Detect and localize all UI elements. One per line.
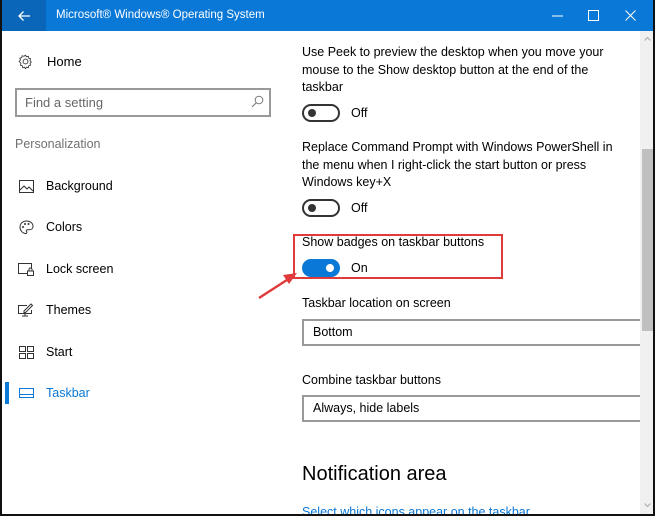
powershell-toggle-row[interactable]: Off <box>302 198 367 218</box>
sidebar: Home Personalization Background Colors <box>4 31 292 514</box>
badges-toggle-row[interactable]: On <box>302 258 368 278</box>
search-icon[interactable] <box>251 95 264 108</box>
close-button[interactable] <box>612 0 648 31</box>
sidebar-item-start[interactable]: Start <box>4 335 292 369</box>
combine-buttons-label: Combine taskbar buttons <box>302 373 441 387</box>
close-icon <box>624 10 636 21</box>
back-button[interactable] <box>2 0 46 31</box>
sidebar-item-label: Colors <box>46 220 83 234</box>
section-label-personalization: Personalization <box>15 137 101 151</box>
sidebar-item-label: Themes <box>46 303 92 317</box>
themes-icon <box>18 302 34 318</box>
home-label: Home <box>47 53 82 69</box>
picture-icon <box>18 178 34 194</box>
toggle-state-label: Off <box>351 106 368 120</box>
notification-area-heading: Notification area <box>302 463 447 485</box>
palette-icon <box>18 219 34 235</box>
peek-toggle[interactable] <box>302 104 340 122</box>
lock-screen-icon <box>18 261 34 277</box>
toggle-knob <box>308 204 316 212</box>
gear-icon <box>18 53 32 69</box>
setting-description-powershell: Replace Command Prompt with Windows Powe… <box>302 140 613 189</box>
arrow-left-icon <box>18 10 30 21</box>
window-title: Microsoft® Windows® Operating System <box>56 9 265 21</box>
sidebar-item-colors[interactable]: Colors <box>4 210 292 244</box>
taskbar-icon <box>18 385 34 401</box>
sidebar-item-themes[interactable]: Themes <box>4 293 292 327</box>
sidebar-item-taskbar[interactable]: Taskbar <box>4 376 292 410</box>
taskbar-location-label: Taskbar location on screen <box>302 296 451 310</box>
sidebar-item-lock-screen[interactable]: Lock screen <box>4 252 292 286</box>
toggle-state-label: On <box>351 261 368 275</box>
select-icons-link[interactable]: Select which icons appear on the taskbar <box>302 505 530 514</box>
combine-buttons-dropdown[interactable]: Always, hide labels <box>302 395 640 422</box>
minimize-button[interactable] <box>539 0 575 31</box>
scroll-thumb[interactable] <box>642 149 653 331</box>
sidebar-item-label: Background <box>46 179 113 193</box>
start-tiles-icon <box>18 344 34 360</box>
sidebar-item-background[interactable]: Background <box>4 169 292 203</box>
scroll-up-arrow[interactable] <box>642 33 653 43</box>
scroll-down-arrow[interactable] <box>642 500 653 510</box>
badges-toggle[interactable] <box>302 259 340 277</box>
toggle-knob <box>326 264 334 272</box>
chevron-up-icon <box>644 36 651 41</box>
chevron-down-icon <box>644 502 651 507</box>
vertical-scrollbar[interactable] <box>640 31 653 514</box>
peek-toggle-row[interactable]: Off <box>302 103 367 123</box>
setting-description-peek: Use Peek to preview the desktop when you… <box>302 45 604 94</box>
setting-description-badges: Show badges on taskbar buttons <box>302 235 485 249</box>
sidebar-item-label: Start <box>46 345 73 359</box>
settings-window: Microsoft® Windows® Operating System Hom… <box>0 0 655 516</box>
sidebar-home[interactable]: Home <box>18 51 82 71</box>
minimize-icon <box>551 15 563 17</box>
search-input[interactable] <box>17 90 237 115</box>
powershell-toggle[interactable] <box>302 199 340 217</box>
toggle-knob <box>308 109 316 117</box>
toggle-state-label: Off <box>351 201 368 215</box>
sidebar-item-label: Lock screen <box>46 262 114 276</box>
active-indicator <box>5 382 9 404</box>
taskbar-location-dropdown[interactable]: Bottom <box>302 319 640 346</box>
maximize-icon <box>587 10 599 21</box>
maximize-button[interactable] <box>575 0 611 31</box>
sidebar-item-label: Taskbar <box>46 386 90 400</box>
content-pane: Use Peek to preview the desktop when you… <box>292 31 640 514</box>
search-box[interactable] <box>15 88 271 117</box>
title-bar: Microsoft® Windows® Operating System <box>2 0 653 31</box>
